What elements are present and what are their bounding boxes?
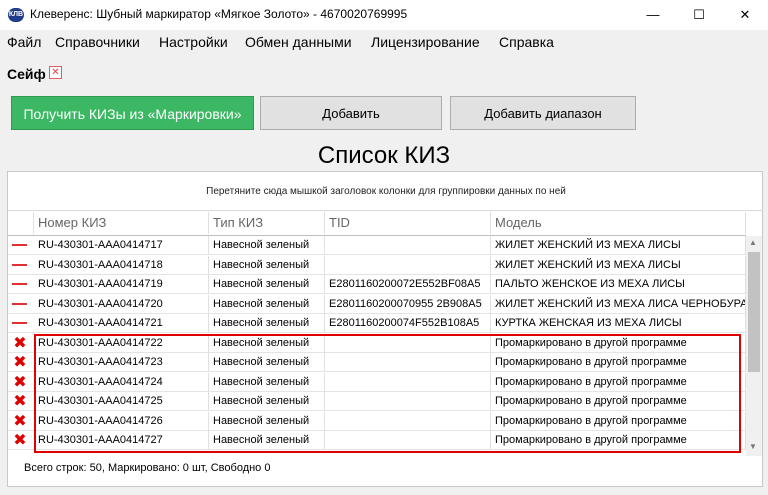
add-range-button[interactable]: Добавить диапазон	[450, 96, 636, 130]
minus-status-icon	[12, 322, 27, 324]
list-title: Список КИЗ	[317, 142, 451, 169]
row-status-cell: ✖	[8, 353, 33, 372]
table-row[interactable]: RU-430301-AAA0414719 Навесной зеленый E280…	[8, 275, 746, 294]
kiz-grid: Перетяните сюда мышкой заголовок колонки…	[7, 171, 763, 487]
cell-kiz-type[interactable]: Навесной зеленый	[209, 275, 325, 294]
table-row[interactable]: RU-430301-AAA0414718 Навесной зеленый ЖИЛЕ…	[8, 255, 746, 275]
cell-kiz-number[interactable]: RU-430301-AAA0414717	[34, 236, 209, 255]
table-row[interactable]: RU-430301-AAA0414721 Навесной зеленый E280…	[8, 314, 746, 333]
grid-footer-summary: Всего строк: 50, Маркировано: 0 шт, Своб…	[24, 462, 271, 474]
table-row[interactable]: RU-430301-AAA0414720 Навесной зеленый E280…	[8, 294, 746, 314]
menu-licensing[interactable]: Лицензирование	[371, 34, 480, 50]
cell-tid[interactable]	[325, 255, 491, 275]
row-status-cell	[8, 256, 33, 275]
cell-tid[interactable]: E2801160200070955 2B908A5	[325, 294, 491, 314]
menu-directories[interactable]: Справочники	[55, 34, 140, 50]
error-x-icon: ✖	[13, 432, 27, 449]
cell-kiz-number[interactable]: RU-430301-AAA0414721	[34, 314, 209, 333]
cell-model[interactable]: ЖИЛЕТ ЖЕНСКИЙ ИЗ МЕХА ЛИСА ЧЕРНОБУРАЯ	[491, 294, 746, 314]
cell-kiz-type[interactable]: Навесной зеленый	[209, 314, 325, 333]
cell-kiz-type[interactable]: Навесной зеленый	[209, 294, 325, 314]
row-status-cell	[8, 236, 33, 255]
maximize-button[interactable]: ☐	[676, 0, 722, 30]
row-status-cell: ✖	[8, 412, 33, 431]
cell-kiz-number[interactable]: RU-430301-AAA0414720	[34, 294, 209, 314]
error-x-icon: ✖	[13, 373, 27, 391]
cell-kiz-number[interactable]: RU-430301-AAA0414718	[34, 255, 209, 275]
title-bar: КЛВ Клеверенс: Шубный маркиратор «Мягкое…	[0, 0, 768, 30]
scroll-thumb[interactable]	[748, 252, 760, 372]
cell-tid[interactable]	[325, 236, 491, 255]
cell-kiz-number[interactable]: RU-430301-AAA0414719	[34, 275, 209, 294]
header-tid[interactable]: TID	[325, 212, 491, 234]
row-status-cell	[8, 275, 33, 294]
scroll-down-icon[interactable]: ▼	[749, 442, 757, 451]
minus-status-icon	[12, 244, 27, 246]
safe-label: Сейф	[7, 66, 46, 82]
error-x-icon: ✖	[13, 354, 27, 371]
cell-kiz-type[interactable]: Навесной зеленый	[209, 236, 325, 255]
cell-tid[interactable]: E2801160200072E552BF08A5	[325, 275, 491, 294]
header-kiz-type[interactable]: Тип КИЗ	[209, 212, 325, 234]
menu-help[interactable]: Справка	[499, 34, 554, 50]
minimize-button[interactable]: —	[630, 0, 676, 30]
row-status-cell: ✖	[8, 392, 33, 411]
cell-model[interactable]: КУРТКА ЖЕНСКАЯ ИЗ МЕХА ЛИСЫ	[491, 314, 746, 333]
safe-close-icon[interactable]: ✕	[49, 66, 62, 79]
scroll-up-icon[interactable]: ▲	[749, 238, 757, 247]
menu-file[interactable]: Файл	[7, 34, 41, 50]
header-kiz-number[interactable]: Номер КИЗ	[34, 212, 209, 234]
cell-kiz-type[interactable]: Навесной зеленый	[209, 255, 325, 275]
add-button[interactable]: Добавить	[260, 96, 442, 130]
row-status-cell: ✖	[8, 431, 33, 450]
close-button[interactable]: ✕	[722, 0, 768, 30]
app-logo-icon: КЛВ	[8, 8, 24, 22]
error-rows-highlight	[34, 334, 741, 453]
minus-status-icon	[12, 302, 27, 305]
header-status	[8, 212, 34, 234]
error-x-icon: ✖	[13, 393, 27, 410]
minus-status-icon	[12, 283, 27, 285]
error-x-icon: ✖	[13, 334, 27, 352]
row-status-cell	[8, 314, 33, 333]
group-by-hint[interactable]: Перетяните сюда мышкой заголовок колонки…	[8, 186, 764, 197]
vertical-scrollbar[interactable]: ▲ ▼	[746, 236, 762, 456]
row-status-cell	[8, 295, 33, 314]
group-panel-divider	[8, 210, 763, 211]
window-title: Клеверенс: Шубный маркиратор «Мягкое Зол…	[30, 7, 408, 21]
menu-data-exchange[interactable]: Обмен данными	[245, 34, 352, 50]
minus-status-icon	[12, 263, 27, 266]
cell-model[interactable]: ЖИЛЕТ ЖЕНСКИЙ ИЗ МЕХА ЛИСЫ	[491, 236, 746, 255]
row-status-cell: ✖	[8, 334, 33, 353]
cell-tid[interactable]: E2801160200074F552B108A5	[325, 314, 491, 333]
table-row[interactable]: RU-430301-AAA0414717 Навесной зеленый ЖИЛЕ…	[8, 236, 746, 255]
row-status-cell: ✖	[8, 373, 33, 392]
cell-model[interactable]: ЖИЛЕТ ЖЕНСКИЙ ИЗ МЕХА ЛИСЫ	[491, 255, 746, 275]
menu-settings[interactable]: Настройки	[159, 34, 228, 50]
get-kiz-button[interactable]: Получить КИЗы из «Маркировки»	[11, 96, 254, 130]
header-model[interactable]: Модель	[491, 212, 746, 234]
cell-model[interactable]: ПАЛЬТО ЖЕНСКОЕ ИЗ МЕХА ЛИСЫ	[491, 275, 746, 294]
menu-bar: Файл Справочники Настройки Обмен данными…	[0, 30, 768, 54]
error-x-icon: ✖	[13, 412, 27, 430]
